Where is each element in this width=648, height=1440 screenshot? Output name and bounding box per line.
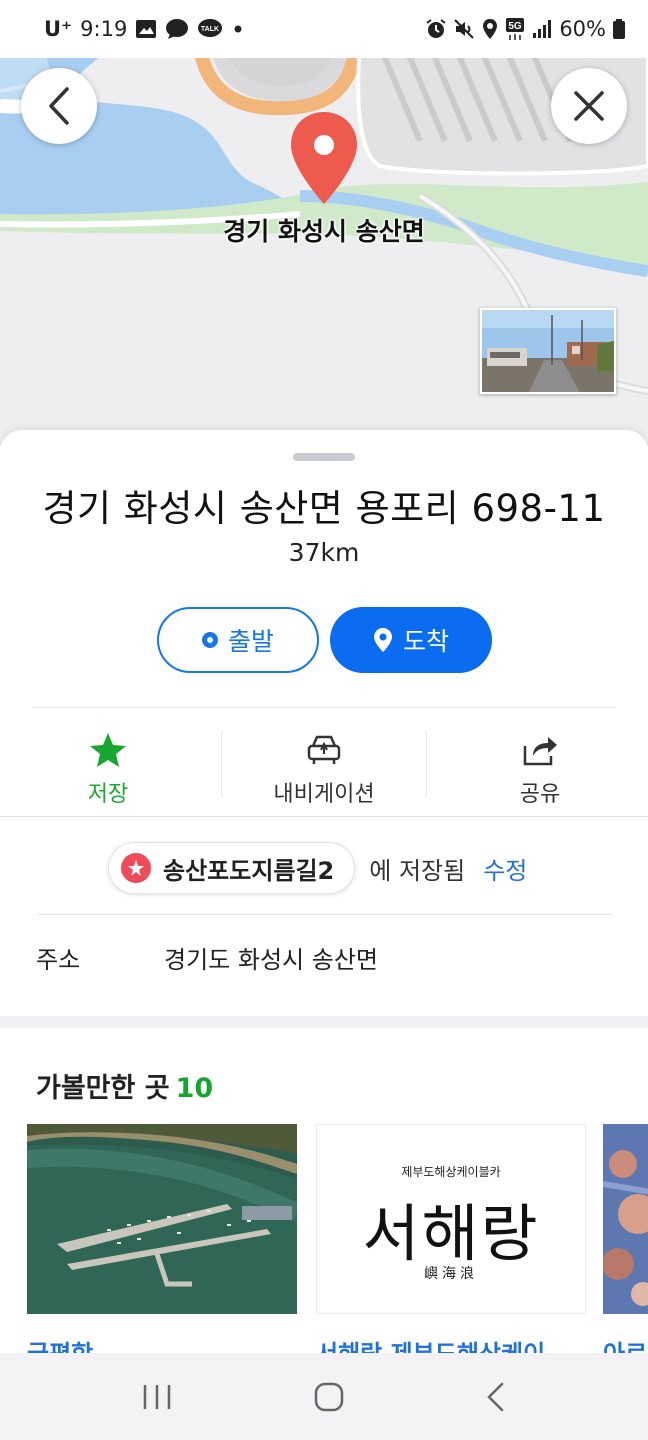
recommend-card[interactable] — [27, 1124, 297, 1314]
place-detail-sheet[interactable]: 경기 화성시 송산면 용포리 698-11 37km 출발 도착 저장 내비게이… — [0, 430, 648, 1360]
recommend-title: 가볼만한 곳 10 — [36, 1066, 213, 1105]
start-button[interactable]: 출발 — [157, 607, 319, 673]
start-dot-icon — [201, 632, 218, 648]
address-value: 경기도 화성시 송산면 — [164, 946, 378, 974]
share-icon — [523, 737, 557, 766]
location-icon — [481, 18, 499, 40]
mute-icon — [453, 18, 475, 40]
brand-small-text: 제부도해상케이블카 — [401, 1165, 501, 1179]
action-separator — [221, 730, 222, 798]
dot-icon — [231, 22, 245, 36]
battery-percent: 60% — [559, 17, 606, 41]
start-button-label: 출발 — [227, 627, 274, 656]
harbor-photo — [27, 1124, 297, 1314]
recent-apps-icon[interactable] — [140, 1382, 174, 1412]
back-nav-icon[interactable] — [484, 1381, 508, 1413]
talk-icon-text: TALK — [201, 26, 219, 33]
saved-suffix: 에 저장됨 — [369, 856, 466, 885]
star-icon — [90, 733, 126, 767]
gallery-icon — [135, 19, 157, 39]
map-pin-label: 경기 화성시 송산면 — [223, 217, 425, 246]
brand-logo-text: 서해랑 — [362, 1197, 540, 1270]
recommend-title-label: 가볼만한 곳 — [36, 1073, 170, 1104]
carrier-label: U⁺ — [44, 17, 73, 41]
recommend-count: 10 — [175, 1073, 214, 1104]
svg-text:5G: 5G — [509, 21, 523, 32]
saved-folder-name: 송산포도지름길2 — [163, 856, 335, 885]
section-gap — [0, 1016, 648, 1028]
close-button[interactable] — [551, 68, 627, 144]
system-nav-bar — [0, 1353, 648, 1440]
place-title: 경기 화성시 송산면 용포리 698-11 — [42, 487, 606, 530]
location-pin-icon[interactable] — [288, 110, 360, 210]
divider — [0, 816, 648, 817]
brand-sub-text: 嶼海浪 — [424, 1266, 478, 1282]
aquarium-photo — [603, 1124, 648, 1314]
action-separator — [426, 730, 427, 798]
divider — [32, 707, 616, 708]
address-row: 주소 경기도 화성시 송산면 — [36, 940, 378, 975]
divider — [38, 914, 612, 915]
battery-icon — [612, 18, 626, 40]
recommend-card[interactable]: 제부도해상케이블카 서해랑 嶼海浪 — [316, 1124, 586, 1314]
roadview-thumbnail[interactable] — [480, 308, 616, 394]
recommend-card[interactable] — [603, 1124, 648, 1314]
alarm-icon — [425, 18, 447, 40]
pin-icon — [373, 628, 392, 652]
car-navigation-icon — [307, 735, 341, 764]
navigation-button[interactable]: 내비게이션 — [216, 720, 432, 820]
talk-icon: TALK — [197, 18, 223, 40]
star-badge-icon — [121, 853, 151, 883]
save-button[interactable]: 저장 — [0, 720, 216, 820]
address-label: 주소 — [36, 946, 81, 974]
saved-info-row: 송산포도지름길2 에 저장됨 수정 — [108, 842, 527, 894]
arrive-button-label: 도착 — [402, 627, 449, 656]
arrive-button[interactable]: 도착 — [330, 607, 492, 673]
close-icon — [574, 91, 604, 121]
share-button[interactable]: 공유 — [432, 720, 648, 820]
roadview-image — [482, 310, 614, 392]
back-button[interactable] — [21, 68, 97, 144]
action-bar: 저장 내비게이션 공유 — [0, 720, 648, 820]
clock: 9:19 — [80, 17, 128, 41]
distance-label: 37km — [288, 538, 360, 567]
chevron-left-icon — [49, 87, 69, 125]
share-button-label: 공유 — [519, 782, 561, 807]
edit-link[interactable]: 수정 — [483, 851, 527, 886]
map-view[interactable]: 대 중 경기 화성시 송산면 — [0, 46, 648, 446]
home-icon[interactable] — [313, 1381, 345, 1413]
status-bar: U⁺ 9:19 TALK 5G 60% — [0, 0, 648, 58]
navigation-button-label: 내비게이션 — [273, 782, 375, 807]
sheet-drag-handle[interactable] — [293, 453, 355, 461]
signal-icon — [531, 19, 553, 39]
5g-icon: 5G — [505, 17, 525, 41]
message-icon — [165, 18, 189, 40]
save-button-label: 저장 — [87, 782, 129, 807]
saved-folder-chip[interactable]: 송산포도지름길2 — [108, 842, 356, 894]
